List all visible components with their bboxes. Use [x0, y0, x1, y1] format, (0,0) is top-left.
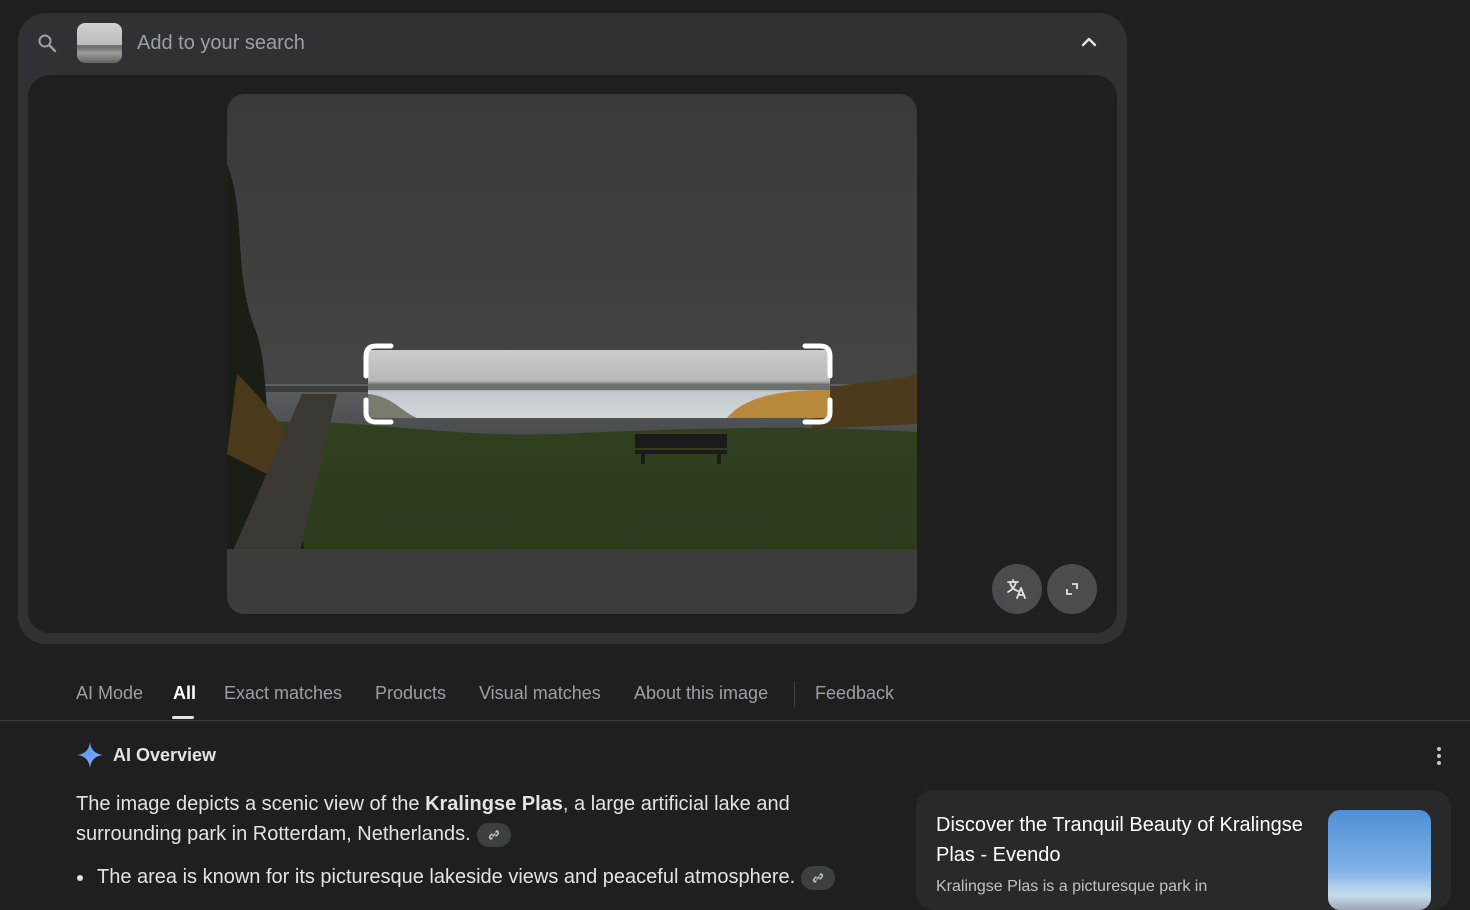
link-icon [488, 829, 499, 840]
tab-ai-mode[interactable]: AI Mode [76, 683, 143, 704]
translate-icon [1007, 579, 1026, 599]
fullscreen-icon [1066, 583, 1078, 595]
bullet-text: The area is known for its picturesque la… [97, 866, 796, 888]
tab-exact-matches[interactable]: Exact matches [224, 683, 342, 704]
more-options-icon[interactable] [1430, 745, 1448, 767]
ai-overview-bullet: The area is known for its picturesque la… [76, 862, 896, 892]
tab-visual-matches[interactable]: Visual matches [479, 683, 601, 704]
source-card[interactable]: Discover the Tranquil Beauty of Kralings… [916, 790, 1451, 910]
translate-button[interactable] [992, 564, 1042, 614]
lens-card: Add to your search [18, 13, 1127, 644]
source-link-button[interactable] [476, 822, 511, 847]
search-bar[interactable]: Add to your search [18, 13, 1127, 73]
source-card-thumbnail[interactable] [1328, 810, 1431, 910]
chevron-up-icon [1081, 37, 1097, 47]
ai-overview-paragraph: The image depicts a scenic view of the K… [76, 789, 876, 849]
search-input[interactable]: Add to your search [137, 32, 305, 55]
source-card-snippet: Kralingse Plas is a picturesque park in [936, 878, 1208, 895]
tab-products[interactable]: Products [375, 683, 446, 704]
link-icon [813, 872, 824, 883]
tab-about-this-image[interactable]: About this image [634, 683, 768, 704]
tab-feedback[interactable]: Feedback [815, 683, 894, 704]
sparkle-icon [77, 742, 103, 768]
active-tab-indicator [172, 716, 194, 719]
source-link-button[interactable] [801, 865, 836, 890]
collapse-button[interactable] [1076, 30, 1102, 54]
tab-all[interactable]: All [173, 683, 196, 704]
tab-separator [794, 682, 795, 708]
query-photo[interactable] [227, 94, 917, 614]
search-icon[interactable] [37, 33, 57, 53]
query-image-thumbnail[interactable] [77, 23, 122, 63]
source-card-title[interactable]: Discover the Tranquil Beauty of Kralings… [936, 810, 1316, 870]
bullet-dot [77, 874, 83, 881]
fullscreen-button[interactable] [1047, 564, 1097, 614]
image-panel [28, 75, 1117, 633]
overview-text-part: The image depicts a scenic view of the [76, 793, 426, 815]
ai-overview-title: AI Overview [113, 745, 217, 765]
overview-highlight: Kralingse Plas [425, 793, 563, 815]
results-tabs: AI Mode All Exact matches Products Visua… [0, 670, 1470, 721]
